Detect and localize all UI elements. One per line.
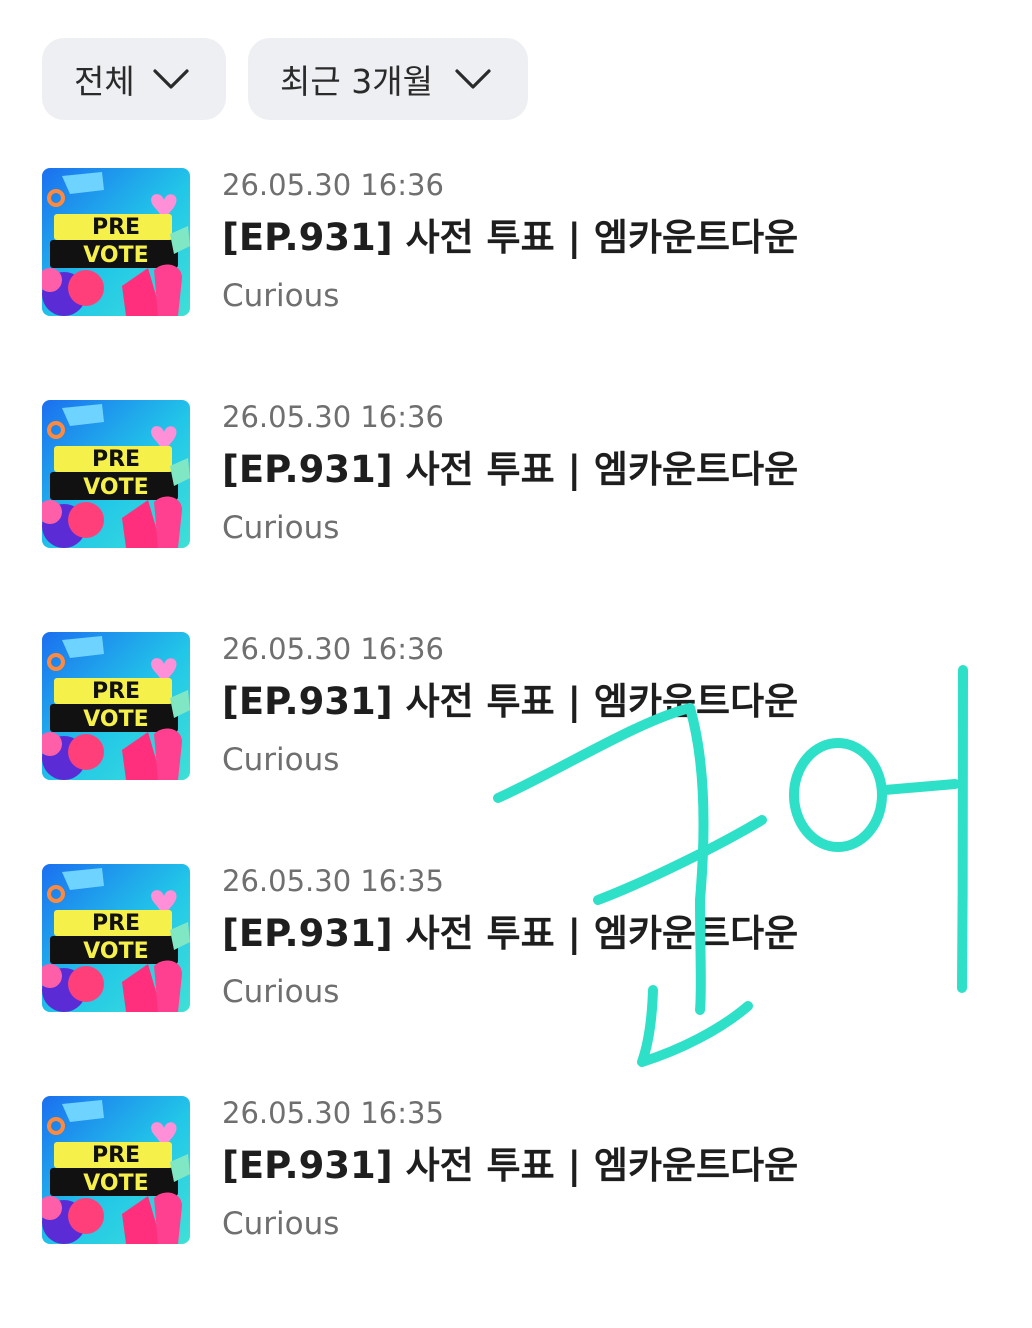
item-date: 26.05.30 16:36 <box>222 632 444 666</box>
item-date: 26.05.30 16:36 <box>222 400 444 434</box>
list-item[interactable]: PRE VOTE 26.05.30 16:36 [EP.931] 사전 투표 | … <box>42 400 992 632</box>
pre-vote-thumbnail: PRE VOTE <box>42 168 190 316</box>
vote-history-list: PRE VOTE 26.05.30 16:36 [EP.931] 사전 투표 | … <box>42 168 992 1328</box>
category-filter-button[interactable]: 전체 <box>42 38 226 120</box>
item-title: [EP.931] 사전 투표 | 엠카운트다운 <box>222 912 799 955</box>
list-item[interactable]: PRE VOTE 26.05.30 16:36 [EP.931] 사전 투표 | … <box>42 632 992 864</box>
chevron-down-icon <box>153 69 189 89</box>
thumb-label-bottom: VOTE <box>83 939 148 964</box>
thumb-label-bottom: VOTE <box>83 1171 148 1196</box>
item-title: [EP.931] 사전 투표 | 엠카운트다운 <box>222 680 799 723</box>
list-item[interactable]: PRE VOTE 26.05.30 16:35 [EP.931] 사전 투표 | … <box>42 1096 992 1328</box>
item-date: 26.05.30 16:36 <box>222 168 444 202</box>
pre-vote-thumbnail: PRE VOTE <box>42 864 190 1012</box>
thumb-label-bottom: VOTE <box>83 707 148 732</box>
thumb-label-bottom: VOTE <box>83 475 148 500</box>
thumb-label-top: PRE <box>92 1143 140 1168</box>
pre-vote-thumbnail: PRE VOTE <box>42 400 190 548</box>
pre-vote-thumbnail: PRE VOTE <box>42 632 190 780</box>
thumb-label-top: PRE <box>92 911 140 936</box>
period-filter-button[interactable]: 최근 3개월 <box>248 38 528 120</box>
chevron-down-icon <box>455 69 491 89</box>
item-artist: Curious <box>222 742 340 778</box>
category-filter-label: 전체 <box>74 62 135 101</box>
item-title: [EP.931] 사전 투표 | 엠카운트다운 <box>222 448 799 491</box>
item-title: [EP.931] 사전 투표 | 엠카운트다운 <box>222 216 799 259</box>
item-artist: Curious <box>222 1206 340 1242</box>
thumb-label-bottom: VOTE <box>83 243 148 268</box>
pre-vote-thumbnail: PRE VOTE <box>42 1096 190 1244</box>
item-date: 26.05.30 16:35 <box>222 864 444 898</box>
item-artist: Curious <box>222 510 340 546</box>
filter-bar: 전체 최근 3개월 <box>42 38 528 120</box>
thumb-label-top: PRE <box>92 679 140 704</box>
list-item[interactable]: PRE VOTE 26.05.30 16:36 [EP.931] 사전 투표 | … <box>42 168 992 400</box>
item-artist: Curious <box>222 278 340 314</box>
item-title: [EP.931] 사전 투표 | 엠카운트다운 <box>222 1144 799 1187</box>
item-date: 26.05.30 16:35 <box>222 1096 444 1130</box>
thumb-label-top: PRE <box>92 215 140 240</box>
item-artist: Curious <box>222 974 340 1010</box>
thumb-label-top: PRE <box>92 447 140 472</box>
period-filter-label: 최근 3개월 <box>280 62 433 101</box>
list-item[interactable]: PRE VOTE 26.05.30 16:35 [EP.931] 사전 투표 | … <box>42 864 992 1096</box>
